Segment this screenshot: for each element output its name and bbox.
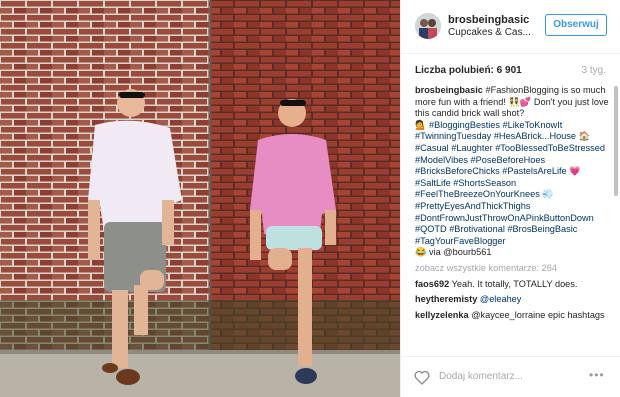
post-location[interactable]: Cupcakes & Cas... <box>448 27 531 38</box>
scrollbar-thumb[interactable] <box>614 86 618 196</box>
comment-item: heytheremisty @eleahey <box>415 294 611 306</box>
post-caption: brosbeingbasic #FashionBlogging is so mu… <box>415 85 611 259</box>
post-details-panel: brosbeingbasic Cupcakes & Cas... Obserwu… <box>400 0 620 397</box>
post-date[interactable]: 3 tyg. <box>582 65 606 76</box>
avatar[interactable] <box>415 13 441 39</box>
comment-author[interactable]: heytheremisty <box>415 294 477 304</box>
comment-text: Yeah. It totally, TOTALLY does. <box>451 278 578 289</box>
caption-text-3: 😂 via @bourb561 <box>415 247 492 258</box>
avatar-image <box>415 13 441 39</box>
comment-text: @kaycee_lorraine epic hashtags <box>471 309 605 320</box>
comments-scrollbar[interactable] <box>614 86 618 354</box>
view-all-comments-link[interactable]: zobacz wszystkie komentarze: 264 <box>415 263 611 275</box>
post-author-username[interactable]: brosbeingbasic <box>448 14 529 26</box>
post-photo[interactable] <box>0 0 400 397</box>
caption-author[interactable]: brosbeingbasic <box>415 85 483 95</box>
comment-item: kellyzelenka @kaycee_lorraine epic hasht… <box>415 310 611 322</box>
heart-outline-icon[interactable] <box>414 370 430 385</box>
comment-text[interactable]: @eleahey <box>480 294 522 304</box>
likes-count[interactable]: Liczba polubień: 6 901 <box>415 65 522 76</box>
add-comment-input[interactable]: Dodaj komentarz... <box>439 371 523 382</box>
comment-item: faos692 Yeah. It totally, TOTALLY does. <box>415 279 611 291</box>
comment-author[interactable]: kellyzelenka <box>415 310 469 320</box>
sidewalk <box>0 350 400 397</box>
post-header: brosbeingbasic Cupcakes & Cas... Obserwu… <box>401 0 620 54</box>
weeds <box>0 300 400 350</box>
caption-text-2: 💁 #BloggingBesties #LikeToKnowIt #Twinni… <box>415 119 605 246</box>
more-options-icon[interactable]: ••• <box>589 368 605 382</box>
photo-illustration <box>0 0 400 397</box>
comments-list: brosbeingbasic #FashionBlogging is so mu… <box>415 85 611 356</box>
comment-author[interactable]: faos692 <box>415 279 449 289</box>
follow-button[interactable]: Obserwuj <box>545 14 607 36</box>
post-footer: Dodaj komentarz... ••• <box>401 356 620 397</box>
